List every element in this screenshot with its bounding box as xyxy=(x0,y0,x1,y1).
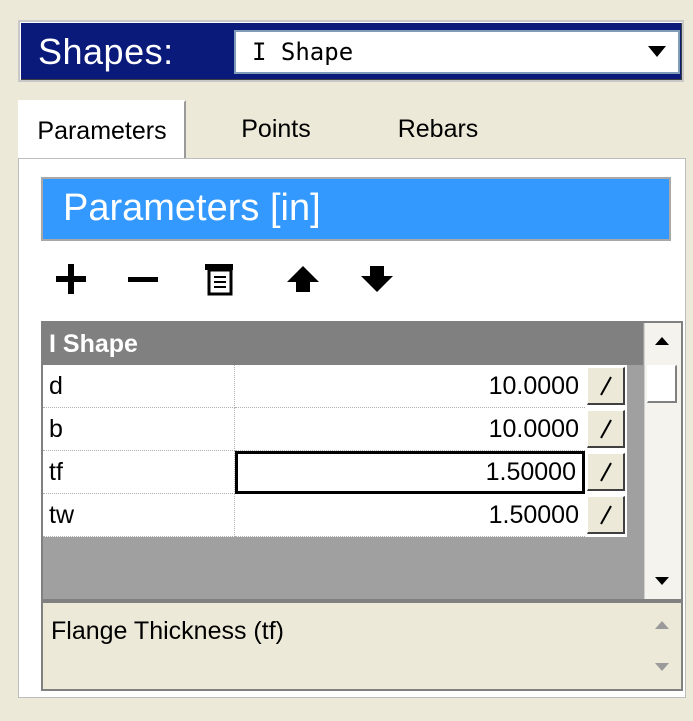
param-name: d xyxy=(43,365,235,408)
edit-icon xyxy=(599,376,612,395)
edit-formula-button[interactable] xyxy=(587,367,625,405)
table-row[interactable]: d 10.0000 xyxy=(43,365,627,408)
scroll-down-icon[interactable] xyxy=(645,649,679,685)
parameters-panel: Parameters [in] I Shape d 10.0000 b 10.0… xyxy=(18,158,686,698)
grid-scrollbar[interactable] xyxy=(644,323,681,599)
param-value[interactable]: 10.0000 xyxy=(235,365,585,408)
properties-icon[interactable] xyxy=(199,259,239,299)
tab-rebars[interactable]: Rebars xyxy=(368,100,508,158)
scroll-thumb[interactable] xyxy=(647,365,677,403)
scroll-up-icon[interactable] xyxy=(645,607,679,643)
shape-dropdown-value: I Shape xyxy=(252,38,354,66)
panel-title: Parameters [in] xyxy=(41,177,671,241)
remove-icon[interactable] xyxy=(123,259,163,299)
edit-icon xyxy=(599,419,612,438)
parameters-grid: I Shape d 10.0000 b 10.0000 tf 1.50000 t… xyxy=(41,321,683,601)
param-value-selected[interactable]: 1.50000 xyxy=(235,451,585,494)
param-value[interactable]: 10.0000 xyxy=(235,408,585,451)
scroll-down-icon[interactable] xyxy=(645,563,679,599)
edit-formula-button[interactable] xyxy=(587,410,625,448)
edit-icon xyxy=(599,462,612,481)
param-name: b xyxy=(43,408,235,451)
edit-formula-button[interactable] xyxy=(587,496,625,534)
move-up-icon[interactable] xyxy=(283,259,323,299)
tab-points[interactable]: Points xyxy=(206,100,346,158)
tab-parameters[interactable]: Parameters xyxy=(18,100,186,162)
param-value[interactable]: 1.50000 xyxy=(235,494,585,537)
grid-header: I Shape xyxy=(43,323,643,365)
description-scrollbar[interactable] xyxy=(645,603,681,689)
table-row[interactable]: tf 1.50000 xyxy=(43,451,627,494)
shapes-label: Shapes: xyxy=(38,31,174,72)
table-row[interactable]: tw 1.50000 xyxy=(43,494,627,537)
description-text: Flange Thickness (tf) xyxy=(51,617,284,645)
edit-icon xyxy=(599,505,612,524)
description-box: Flange Thickness (tf) xyxy=(41,601,683,691)
shapes-bar: Shapes: I Shape xyxy=(18,20,684,82)
param-name: tw xyxy=(43,494,235,537)
param-name: tf xyxy=(43,451,235,494)
table-row[interactable]: b 10.0000 xyxy=(43,408,627,451)
shape-dropdown[interactable]: I Shape xyxy=(234,30,680,74)
edit-formula-button[interactable] xyxy=(587,453,625,491)
add-icon[interactable] xyxy=(51,259,91,299)
tab-strip: Parameters Points Rebars xyxy=(18,100,686,162)
move-down-icon[interactable] xyxy=(357,259,397,299)
scroll-up-icon[interactable] xyxy=(645,323,679,359)
chevron-down-icon[interactable] xyxy=(636,32,678,72)
